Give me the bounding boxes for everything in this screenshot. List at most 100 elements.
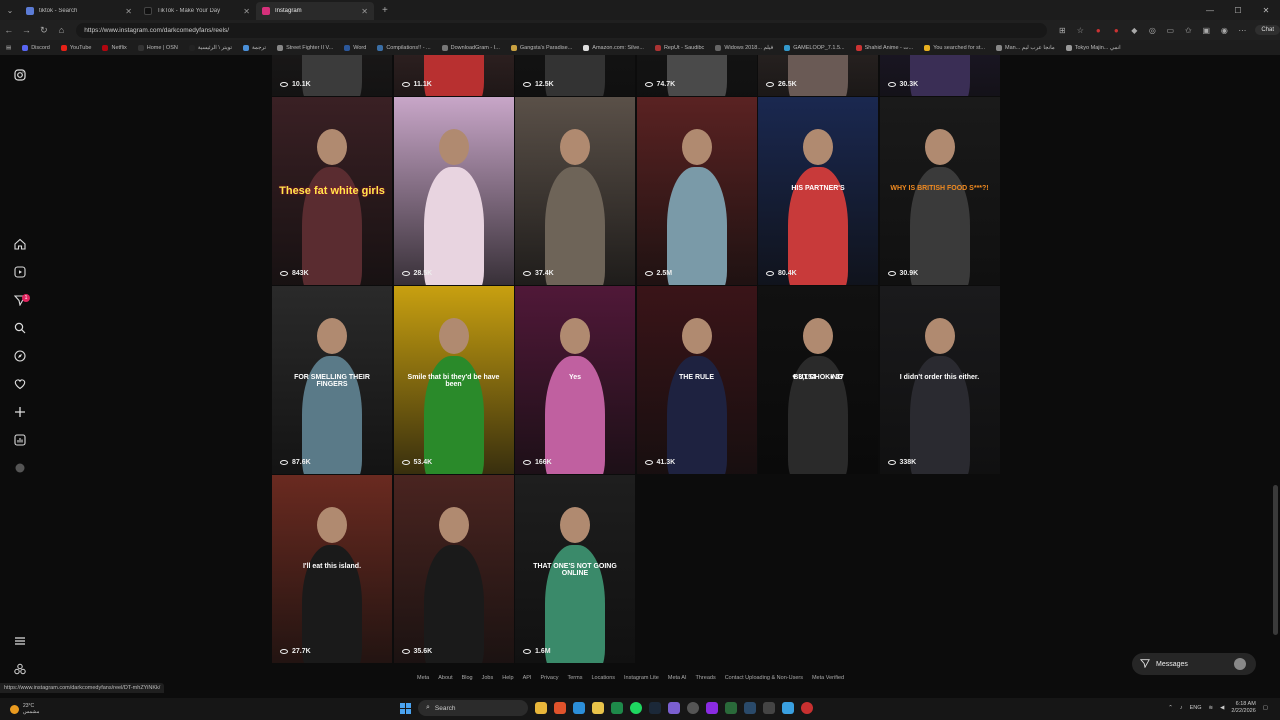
- bookmark-item[interactable]: Widows 2018... فيلم: [715, 44, 773, 51]
- bookmark-item[interactable]: Discord: [22, 44, 50, 51]
- maximize-icon[interactable]: ☐: [1224, 0, 1252, 20]
- app-icon[interactable]: [706, 702, 718, 714]
- reel-thumbnail[interactable]: WHY IS BRITISH FOOD S***?! 30.9K: [879, 97, 1000, 285]
- bookmark-item[interactable]: Compilations!! - ...: [377, 44, 431, 51]
- brave-icon[interactable]: [554, 702, 566, 714]
- dashboard-icon[interactable]: [12, 432, 28, 448]
- footer-link[interactable]: Meta Verified: [812, 675, 844, 681]
- taskbar-search[interactable]: ⌕ Search: [418, 700, 528, 716]
- close-tab-icon[interactable]: ✕: [243, 7, 250, 16]
- messages-button[interactable]: Messages: [1132, 653, 1256, 675]
- reel-thumbnail[interactable]: 37.4K: [515, 97, 635, 285]
- profile-avatar-icon[interactable]: ◉: [1215, 26, 1233, 35]
- microphone-icon[interactable]: ♪: [1180, 705, 1183, 711]
- extension-icon[interactable]: ●: [1089, 26, 1107, 35]
- reel-thumbnail[interactable]: 26.5K: [758, 55, 878, 96]
- reel-thumbnail[interactable]: THE RULE 41.3K: [636, 286, 757, 474]
- bookmark-item[interactable]: DownloadGram - I...: [441, 44, 500, 51]
- excel-icon[interactable]: [611, 702, 623, 714]
- menu-icon[interactable]: [12, 633, 28, 649]
- chat-button[interactable]: Chat: [1255, 25, 1280, 35]
- reel-thumbnail[interactable]: 35.6K: [393, 475, 514, 663]
- apps-icon[interactable]: ⊞: [1053, 26, 1071, 35]
- extension-icon[interactable]: ◎: [1143, 26, 1161, 35]
- reel-thumbnail[interactable]: These fat white girls 843K: [272, 97, 392, 285]
- bookmark-apps-icon[interactable]: ▤: [6, 45, 11, 51]
- bookmark-item[interactable]: تويتر \ الرئيسية: [188, 44, 232, 51]
- tray-chevron-icon[interactable]: ⌃: [1168, 705, 1173, 711]
- reel-thumbnail[interactable]: 28.5K: [393, 97, 514, 285]
- reel-thumbnail[interactable]: BUT CHOKING ♥ 3,154 ● 37: [758, 286, 878, 474]
- profile-icon[interactable]: [12, 460, 28, 476]
- footer-link[interactable]: Meta AI: [668, 675, 687, 681]
- reels-icon[interactable]: [12, 264, 28, 280]
- footer-link[interactable]: Help: [502, 675, 513, 681]
- tab-instagram[interactable]: Instagram ✕: [256, 2, 374, 20]
- refresh-icon[interactable]: ↻: [35, 25, 53, 36]
- extension-icon[interactable]: ●: [1107, 26, 1125, 35]
- file-explorer-icon[interactable]: [592, 702, 604, 714]
- windows-start-icon[interactable]: [400, 702, 411, 714]
- bookmark-item[interactable]: Street Fighter II V...: [277, 44, 333, 51]
- footer-link[interactable]: Threads: [696, 675, 716, 681]
- bookmark-item[interactable]: GAMELOOP_7.1.5...: [784, 44, 845, 51]
- collections-icon[interactable]: ▣: [1197, 26, 1215, 35]
- edge-icon[interactable]: [573, 702, 585, 714]
- footer-link[interactable]: Locations: [591, 675, 615, 681]
- footer-link[interactable]: Privacy: [540, 675, 558, 681]
- forward-icon[interactable]: →: [18, 25, 36, 35]
- app-icon[interactable]: [668, 702, 680, 714]
- reel-thumbnail[interactable]: 74.7K: [636, 55, 757, 96]
- new-tab-icon[interactable]: +: [382, 5, 388, 16]
- steam-client-icon[interactable]: [744, 702, 756, 714]
- bookmark-item[interactable]: Man... مانجا عرب ليم: [995, 44, 1055, 51]
- footer-link[interactable]: Contact Uploading & Non-Users: [725, 675, 803, 681]
- bookmark-item[interactable]: Amazon.com: Silve...: [583, 44, 644, 51]
- reel-thumbnail[interactable]: FOR SMELLING THEIR FINGERS 87.6K: [272, 286, 392, 474]
- split-screen-icon[interactable]: ▭: [1161, 26, 1179, 35]
- tab-tiktok[interactable]: TikTok - Make Your Day ✕: [138, 2, 256, 20]
- footer-link[interactable]: API: [523, 675, 532, 681]
- tab-tiktok-search[interactable]: tiktok - Search ✕: [20, 2, 138, 20]
- footer-link[interactable]: Terms: [567, 675, 582, 681]
- footer-link[interactable]: Instagram Lite: [624, 675, 659, 681]
- app-icon[interactable]: [801, 702, 813, 714]
- wifi-icon[interactable]: ≋: [1208, 705, 1213, 711]
- close-window-icon[interactable]: ✕: [1252, 0, 1280, 20]
- page-scrollbar[interactable]: [1273, 485, 1278, 635]
- reel-thumbnail[interactable]: 30.3K: [879, 55, 1000, 96]
- notification-center-icon[interactable]: ▢: [1263, 705, 1268, 711]
- app-icon[interactable]: [725, 702, 737, 714]
- footer-link[interactable]: Jobs: [482, 675, 494, 681]
- bookmark-item[interactable]: Netflix: [102, 44, 127, 51]
- bookmark-item[interactable]: Tokyo Majin... انمي: [1065, 44, 1121, 51]
- url-input[interactable]: https://www.instagram.com/darkcomedyfans…: [76, 22, 1048, 38]
- weather-widget[interactable]: 23°C مشمس: [10, 703, 39, 715]
- favorites-icon[interactable]: ✩: [1179, 26, 1197, 35]
- reel-thumbnail[interactable]: Smile that bi they'd be have been 53.4K: [393, 286, 514, 474]
- bookmark-item[interactable]: Home | OSN: [137, 44, 178, 51]
- bookmark-item[interactable]: Gangsta's Paradise...: [510, 44, 572, 51]
- close-tab-icon[interactable]: ✕: [125, 7, 132, 16]
- chrome-icon[interactable]: [535, 702, 547, 714]
- bookmark-item[interactable]: ترجمة: [242, 44, 266, 51]
- edge-active-icon[interactable]: [782, 702, 794, 714]
- more-options-icon[interactable]: ⋯: [1233, 26, 1251, 35]
- explore-icon[interactable]: [12, 348, 28, 364]
- spotify-icon[interactable]: [630, 702, 642, 714]
- reel-thumbnail[interactable]: Like, we talked all day, I didn't want t…: [515, 55, 635, 96]
- footer-link[interactable]: Meta: [417, 675, 429, 681]
- xbox-icon[interactable]: [687, 702, 699, 714]
- bookmark-item[interactable]: Shahid Anime - ت...: [855, 44, 913, 51]
- extension-icon[interactable]: ◆: [1125, 26, 1143, 35]
- reel-thumbnail[interactable]: 2.5M: [636, 97, 757, 285]
- minimize-icon[interactable]: —: [1196, 0, 1224, 20]
- reel-thumbnail[interactable]: 10.1K: [272, 55, 392, 96]
- also-from-meta-icon[interactable]: [12, 661, 28, 677]
- language-indicator[interactable]: ENG: [1190, 705, 1202, 711]
- app-icon[interactable]: [763, 702, 775, 714]
- bookmark-item[interactable]: Word: [344, 44, 366, 51]
- search-icon[interactable]: [12, 320, 28, 336]
- close-tab-icon[interactable]: ✕: [361, 7, 368, 16]
- reel-thumbnail[interactable]: 11.1K: [393, 55, 514, 96]
